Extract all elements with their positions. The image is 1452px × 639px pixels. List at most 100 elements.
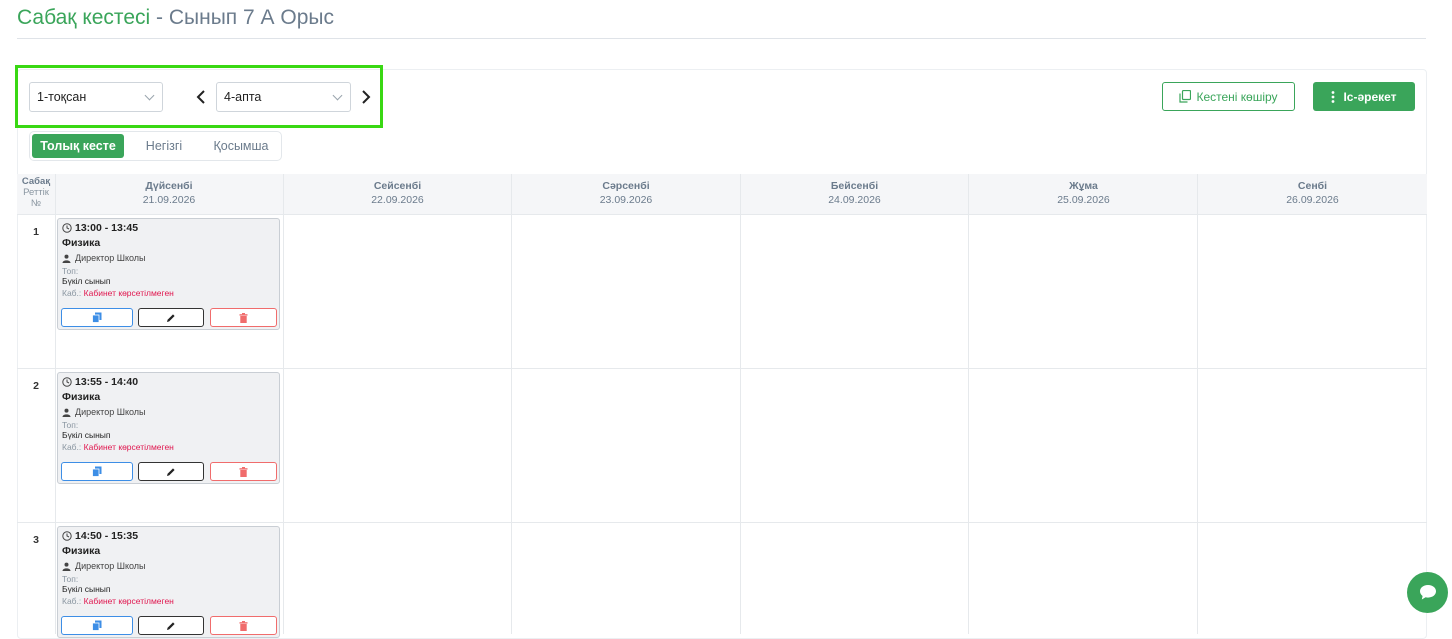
day-date: 26.09.2026 — [1286, 194, 1339, 206]
clock-icon — [62, 223, 72, 233]
day-name: Сенбі — [1297, 180, 1328, 192]
lesson-subject: Физика — [62, 545, 101, 557]
lesson-header-line3: № — [30, 198, 42, 209]
day-header-saturday: Сенбі 26.09.2026 — [1198, 174, 1427, 214]
copy-icon — [92, 312, 102, 323]
edit-lesson-button[interactable] — [138, 462, 204, 481]
day-date: 23.09.2026 — [599, 194, 653, 206]
tab-additional[interactable]: Қосымша — [204, 134, 278, 158]
lesson-group-label: Топ: — [62, 420, 79, 430]
row-divider — [17, 368, 1427, 369]
lesson-subject: Физика — [62, 237, 101, 249]
lesson-card-actions — [61, 616, 277, 636]
copy-icon — [92, 620, 102, 631]
lesson-room-label: Каб.: — [62, 596, 82, 606]
grid-divider — [283, 174, 284, 634]
lesson-header-line1: Сабақ — [21, 176, 51, 187]
day-name: Жұма — [1069, 180, 1098, 192]
schedule-grid-header: Сабақ Реттік № Дүйсенбі 21.09.2026 Сейсе… — [17, 174, 1427, 215]
schedule-tabs: Толық кесте Негізгі Қосымша — [29, 131, 282, 161]
lesson-teacher-name: Директор Школы — [75, 407, 146, 417]
grid-divider — [511, 174, 512, 634]
title-divider — [17, 38, 1426, 39]
lesson-time-text: 13:55 - 14:40 — [75, 376, 139, 388]
day-name: Дүйсенбі — [145, 180, 193, 192]
grid-divider — [1197, 174, 1198, 634]
day-header-wednesday: Сәрсенбі 23.09.2026 — [512, 174, 740, 214]
trash-icon — [239, 466, 248, 477]
lesson-subject: Физика — [62, 391, 101, 403]
delete-lesson-button[interactable] — [210, 462, 277, 481]
user-icon — [62, 254, 71, 263]
lesson-group-label: Топ: — [62, 574, 79, 584]
edit-lesson-button[interactable] — [138, 308, 204, 327]
day-date: 21.09.2026 — [142, 194, 196, 206]
lesson-room: Каб.: Кабинет көрсетілмеген — [62, 595, 275, 607]
lesson-teacher: Директор Школы — [62, 253, 275, 263]
grid-divider — [740, 174, 741, 634]
day-header-tuesday: Сейсенбі 22.09.2026 — [283, 174, 512, 214]
tab-full-schedule[interactable]: Толық кесте — [32, 134, 124, 158]
copy-schedule-label: Кестені көшіру — [1196, 89, 1278, 104]
actions-label: Іс-әрекет — [1343, 89, 1397, 104]
day-date: 25.09.2026 — [1057, 194, 1110, 206]
row-divider — [17, 522, 1427, 523]
actions-button[interactable]: Іс-әрекет — [1313, 82, 1415, 111]
lesson-room-label: Каб.: — [62, 442, 82, 452]
chat-icon — [1419, 585, 1436, 600]
copy-icon — [92, 466, 102, 477]
lesson-header-line2: Реттік — [23, 187, 49, 198]
lesson-number: 2 — [33, 380, 39, 392]
copy-lesson-button[interactable] — [61, 616, 133, 635]
lesson-room: Каб.: Кабинет көрсетілмеген — [62, 441, 275, 453]
trash-icon — [239, 620, 248, 631]
user-icon — [62, 408, 71, 417]
day-name: Сейсенбі — [373, 180, 422, 192]
lesson-time: 13:00 - 13:45 — [62, 222, 275, 234]
day-date: 24.09.2026 — [828, 194, 881, 206]
pencil-icon — [167, 313, 175, 322]
trash-icon — [239, 312, 248, 323]
lesson-time: 13:55 - 14:40 — [62, 376, 275, 388]
clock-icon — [62, 377, 72, 387]
clock-icon — [62, 531, 72, 541]
page-title-main: Сабақ кестесі — [17, 6, 151, 29]
grid-divider — [55, 174, 56, 634]
lesson-number: 1 — [33, 226, 39, 238]
lesson-teacher: Директор Школы — [62, 561, 275, 571]
highlight-box — [15, 65, 383, 128]
lesson-time-text: 14:50 - 15:35 — [75, 530, 139, 542]
delete-lesson-button[interactable] — [210, 308, 277, 327]
chat-button[interactable] — [1407, 572, 1448, 613]
lesson-teacher-name: Директор Школы — [75, 253, 146, 263]
lesson-room: Каб.: Кабинет көрсетілмеген — [62, 287, 275, 299]
edit-lesson-button[interactable] — [138, 616, 204, 635]
kebab-icon — [1332, 90, 1335, 103]
lesson-group-label: Топ: — [62, 266, 79, 276]
lesson-card[interactable]: 13:00 - 13:45 Физика Директор Школы Топ:… — [57, 218, 280, 330]
copy-icon — [1179, 90, 1192, 103]
lesson-time: 14:50 - 15:35 — [62, 530, 275, 542]
day-header-thursday: Бейсенбі 24.09.2026 — [740, 174, 969, 214]
day-name: Сәрсенбі — [602, 180, 650, 192]
page-title-class: Сынып 7 А Орыс — [168, 6, 334, 29]
lesson-room-label: Каб.: — [62, 288, 82, 298]
lesson-room-value: Кабинет көрсетілмеген — [83, 288, 174, 298]
lesson-card[interactable]: 13:55 - 14:40 Физика Директор Школы Топ:… — [57, 372, 280, 484]
copy-lesson-button[interactable] — [61, 462, 133, 481]
copy-lesson-button[interactable] — [61, 308, 133, 327]
lesson-number: 3 — [33, 534, 39, 546]
lesson-time-text: 13:00 - 13:45 — [75, 222, 139, 234]
lesson-card[interactable]: 14:50 - 15:35 Физика Директор Школы Топ:… — [57, 526, 280, 638]
grid-divider — [968, 174, 969, 634]
tab-main[interactable]: Негізгі — [130, 134, 198, 158]
lesson-card-actions — [61, 462, 277, 482]
pencil-icon — [167, 467, 175, 476]
day-header-monday: Дүйсенбі 21.09.2026 — [55, 174, 283, 214]
copy-schedule-button[interactable]: Кестені көшіру — [1162, 82, 1295, 111]
lesson-teacher: Директор Школы — [62, 407, 275, 417]
delete-lesson-button[interactable] — [210, 616, 277, 635]
lesson-room-value: Кабинет көрсетілмеген — [83, 596, 174, 606]
page-title-separator: - — [150, 6, 169, 29]
day-name: Бейсенбі — [830, 180, 879, 192]
